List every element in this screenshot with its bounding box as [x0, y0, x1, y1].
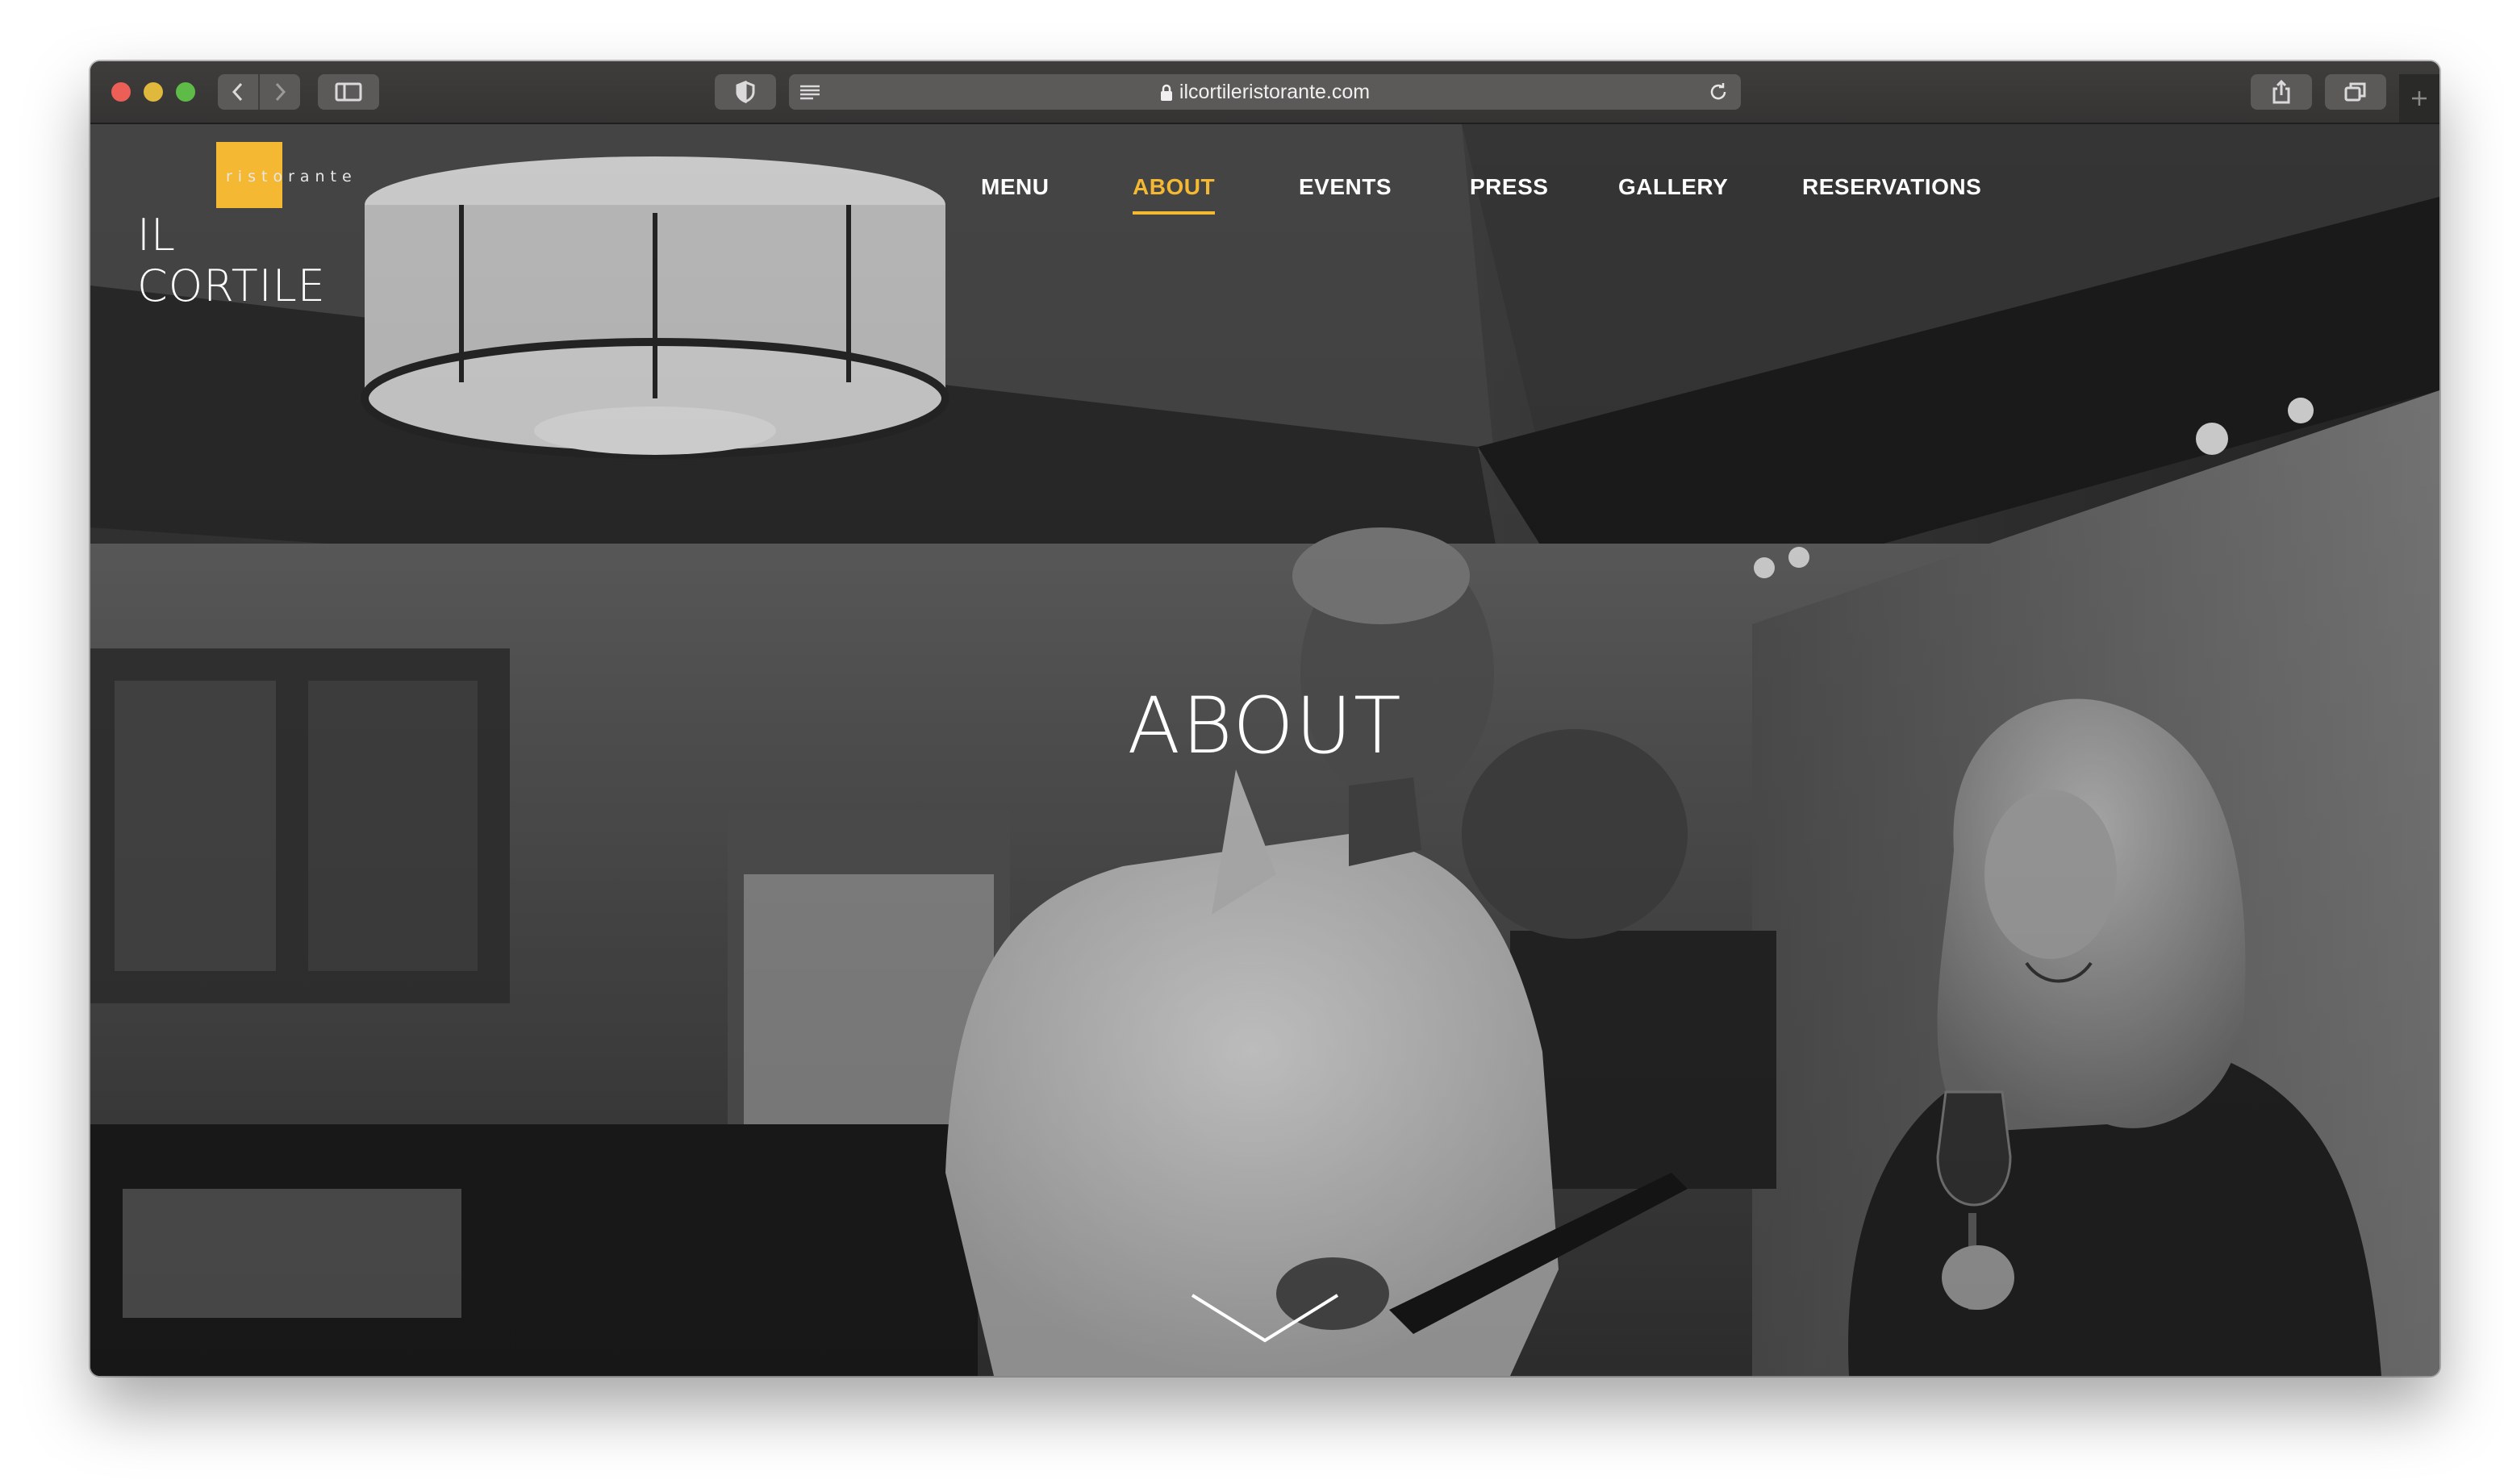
- chevron-left-icon: [232, 82, 243, 102]
- logo-tagline: ristorante: [226, 168, 357, 186]
- history-nav-group: [218, 74, 300, 110]
- active-nav-underline: [1133, 211, 1216, 215]
- nav-item-reservations[interactable]: RESERVATIONS: [1802, 174, 1981, 200]
- nav-item-gallery[interactable]: GALLERY: [1618, 174, 1728, 200]
- chevron-right-icon: [275, 82, 286, 102]
- close-window-button[interactable]: [111, 82, 131, 102]
- nav-item-label: ABOUT: [1133, 174, 1216, 199]
- url-display[interactable]: ilcortileristorante.com: [789, 74, 1741, 110]
- privacy-report-button[interactable]: [715, 74, 776, 110]
- minimize-window-button[interactable]: [144, 82, 163, 102]
- url-text: ilcortileristorante.com: [1179, 81, 1371, 103]
- tab-overview-button[interactable]: [2325, 74, 2386, 110]
- browser-window: ilcortileristorante.com ristorante IL CO…: [90, 61, 2439, 1376]
- address-bar[interactable]: ilcortileristorante.com: [789, 74, 1741, 110]
- forward-button[interactable]: [260, 74, 300, 110]
- nav-item-about[interactable]: ABOUT: [1133, 174, 1216, 215]
- lock-icon: [1160, 85, 1172, 102]
- share-icon: [2272, 79, 2290, 104]
- tabs-icon: [2344, 82, 2366, 102]
- hero-title: ABOUT: [1127, 681, 1403, 771]
- logo-name: IL CORTILE: [137, 210, 326, 311]
- share-button[interactable]: [2251, 74, 2312, 110]
- nav-item-label: GALLERY: [1618, 174, 1729, 199]
- nav-item-press[interactable]: PRESS: [1470, 174, 1548, 200]
- back-button[interactable]: [218, 74, 258, 110]
- nav-item-events[interactable]: EVENTS: [1299, 174, 1392, 200]
- chevron-down-icon[interactable]: [1184, 1286, 1346, 1350]
- web-page: ristorante IL CORTILE MENU ABOUT EVENTS …: [90, 124, 2439, 1376]
- browser-toolbar: ilcortileristorante.com: [90, 61, 2439, 124]
- reload-icon[interactable]: [1707, 81, 1730, 103]
- shield-icon: [736, 81, 755, 103]
- plus-icon: [2412, 91, 2427, 106]
- sidebar-button[interactable]: [318, 74, 379, 110]
- site-logo[interactable]: ristorante IL CORTILE: [137, 142, 363, 311]
- nav-item-menu[interactable]: MENU: [981, 174, 1049, 200]
- nav-item-label: MENU: [981, 174, 1050, 199]
- zoom-window-button[interactable]: [176, 82, 195, 102]
- sidebar-icon: [335, 82, 362, 102]
- nav-item-label: RESERVATIONS: [1802, 174, 1982, 199]
- nav-item-label: EVENTS: [1299, 174, 1392, 199]
- new-tab-button[interactable]: [2399, 74, 2439, 123]
- nav-item-label: PRESS: [1470, 174, 1549, 199]
